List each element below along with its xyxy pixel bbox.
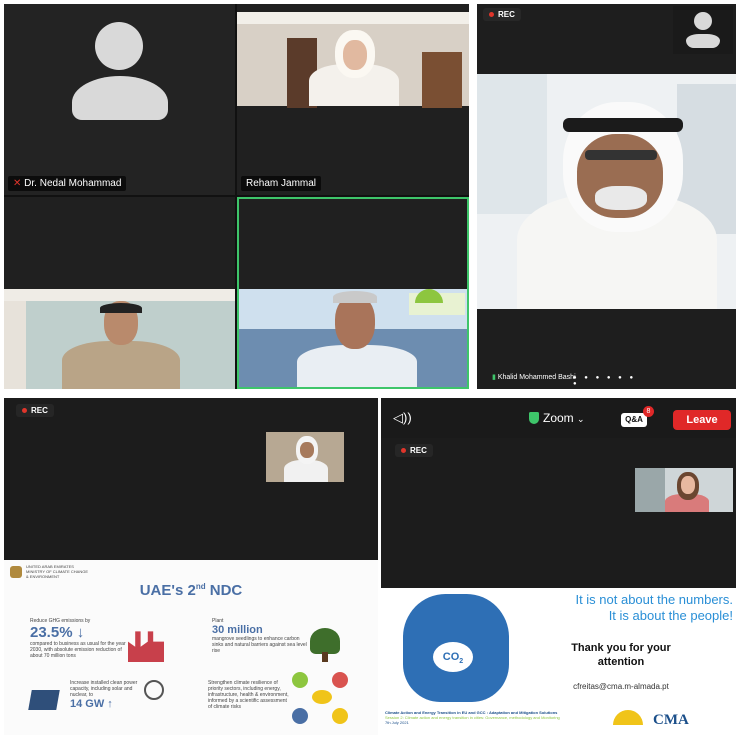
- cma-logo: CMA: [653, 712, 689, 728]
- leave-button[interactable]: Leave: [673, 410, 731, 430]
- zoom-app-menu[interactable]: Zoom ⌄: [543, 411, 585, 425]
- gallery-view-panel: ✕ Dr. Nedal Mohammad Reham Jammal: [4, 4, 469, 389]
- uae-emblem-icon: [10, 566, 22, 578]
- qa-count-badge: 8: [643, 406, 654, 417]
- speaker-icon[interactable]: ◁)): [393, 410, 412, 426]
- page-indicator-dots[interactable]: ● ● ● ● ● ● ●: [573, 375, 643, 387]
- ndc-item-resilience: Strengthen climate resilience of priorit…: [208, 680, 289, 710]
- ndc-item-mangroves: Plant 30 million mangrove seedlings to e…: [212, 618, 307, 654]
- zoom-top-toolbar: ◁)) Zoom ⌄ Q&A 8 Leave: [381, 398, 736, 438]
- thank-you-text: Thank you for your attention: [571, 642, 671, 668]
- participant-tile-3[interactable]: [4, 197, 235, 389]
- speaker-thumbnail[interactable]: [266, 432, 344, 482]
- slide-headline: It is not about the numbers. It is about…: [575, 592, 733, 624]
- participant-name-tag: ✕ Dr. Nedal Mohammad: [8, 176, 127, 191]
- qa-button[interactable]: Q&A: [621, 413, 647, 427]
- recording-dot-icon: [401, 448, 406, 454]
- tree-trunk-icon: [322, 652, 328, 662]
- slide-title: UAE's 2nd NDC: [139, 582, 243, 599]
- self-view-thumbnail[interactable]: [673, 6, 733, 54]
- participant-name-tag: Reham Jammal: [241, 176, 322, 191]
- speaker-view-panel: REC ▮ Khalid Mohammed Bashi ● ● ● ● ● ● …: [477, 4, 736, 389]
- recording-indicator: REC: [395, 444, 433, 457]
- speaker-thumbnail[interactable]: [635, 468, 733, 512]
- tree-icon: [310, 628, 340, 654]
- factory-icon: [128, 631, 164, 662]
- participant-tile-1[interactable]: ✕ Dr. Nedal Mohammad: [4, 4, 235, 195]
- slide-footer: Climate Action and Energy Transition in …: [385, 710, 560, 725]
- recording-dot-icon: [489, 12, 494, 18]
- active-speaker-video: [477, 74, 736, 309]
- avatar-placeholder-icon: [95, 22, 143, 70]
- sun-logo-icon: [613, 710, 643, 725]
- hand-co2-illustration: CO2: [403, 594, 509, 702]
- recording-indicator: REC: [16, 404, 54, 417]
- ministry-name: UNITED ARAB EMIRATES MINISTRY OF CLIMATE…: [26, 564, 89, 579]
- participant-tile-2[interactable]: Reham Jammal: [237, 4, 469, 195]
- avatar-body-shape: [72, 76, 168, 120]
- ndc-item-emissions: Reduce GHG emissions by 23.5% ↓ compared…: [30, 618, 126, 659]
- co2-label: CO2: [433, 642, 473, 672]
- presentation-slide: UNITED ARAB EMIRATES MINISTRY OF CLIMATE…: [4, 560, 378, 735]
- atom-icon: [144, 680, 164, 700]
- chevron-down-icon: ⌄: [577, 414, 585, 424]
- ndc-item-clean-power: Increase installed clean power capacity,…: [70, 680, 138, 710]
- participant-video: [239, 289, 467, 387]
- participant-video: [237, 12, 469, 108]
- resilience-icons-cluster: [292, 672, 352, 730]
- recording-indicator: REC: [483, 8, 521, 21]
- logo-leaf-icon: [415, 289, 443, 303]
- signal-bars-icon: ▮: [492, 374, 496, 381]
- screen-share-panel-right: ◁)) Zoom ⌄ Q&A 8 Leave REC CO2 It is not…: [381, 398, 736, 735]
- participant-video: [4, 289, 235, 389]
- presentation-slide: CO2 It is not about the numbers. It is a…: [381, 588, 736, 735]
- avatar-placeholder-icon: [694, 12, 712, 30]
- speaker-name-tag: ▮ Khalid Mohammed Bashi: [492, 374, 576, 381]
- muted-mic-icon: ✕: [13, 178, 22, 189]
- participant-tile-4-active[interactable]: [237, 197, 469, 389]
- recording-dot-icon: [22, 408, 27, 414]
- screen-share-panel-left: REC UNITED ARAB EMIRATES MINISTRY OF CLI…: [4, 398, 378, 735]
- zoom-security-shield-icon[interactable]: [529, 412, 539, 424]
- contact-email: cfreitas@cma.m-almada.pt: [573, 682, 669, 691]
- solar-panel-icon: [28, 690, 60, 710]
- avatar-body-shape: [686, 34, 720, 48]
